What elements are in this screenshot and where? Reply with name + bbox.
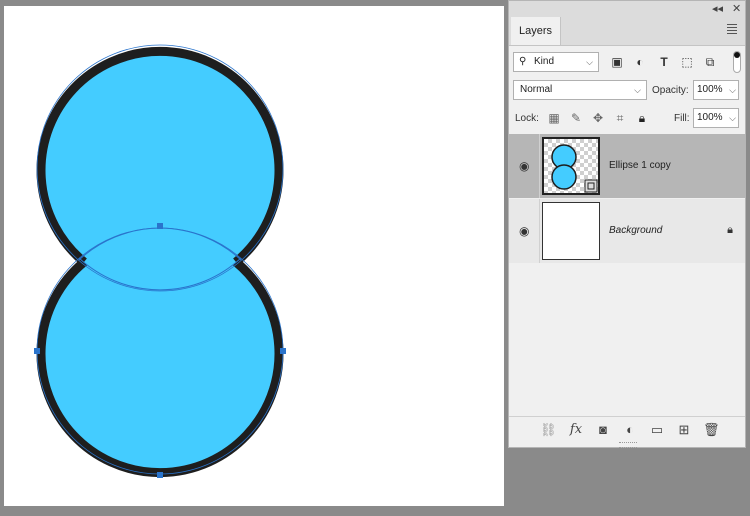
shape-artwork[interactable]: [4, 6, 504, 506]
chevron-down-icon: ⌵: [586, 57, 593, 67]
layer-thumbnail[interactable]: [542, 202, 600, 260]
tab-layers[interactable]: Layers: [511, 17, 562, 45]
filter-toggle-switch[interactable]: [733, 51, 741, 73]
new-layer-icon[interactable]: ⊞: [676, 422, 692, 438]
document-canvas[interactable]: [4, 6, 504, 506]
opacity-field[interactable]: 100% ⌵: [693, 80, 739, 100]
layer-name-ellipse[interactable]: Ellipse 1 copy: [609, 160, 671, 171]
filter-toggle-knob: [734, 52, 740, 58]
panel-tab-row: Layers: [509, 17, 745, 46]
resize-grip[interactable]: [619, 442, 637, 448]
trash-icon[interactable]: 🗑︎: [703, 422, 720, 438]
layer-row-background[interactable]: ◉ Background 🔒︎: [509, 199, 745, 263]
layer-lock-icon: 🔒︎: [727, 224, 733, 236]
lock-all-icon[interactable]: 🔒︎: [635, 111, 649, 125]
panel-footer: ⛓ fx ◙ ◐ ▭ ⊞ 🗑︎: [509, 416, 745, 443]
anchor-point-right[interactable]: [280, 348, 286, 354]
chevron-down-icon: ⌵: [634, 85, 641, 95]
visibility-eye-icon[interactable]: ◉: [519, 224, 529, 238]
ellipse-thumbnail-art: [551, 144, 598, 193]
opacity-value: 100%: [697, 84, 723, 95]
filter-kind-label: Kind: [534, 56, 555, 67]
filter-kind-dropdown[interactable]: ⚲ Kind ⌵: [513, 52, 599, 72]
blend-mode-dropdown[interactable]: Normal ⌵: [513, 80, 647, 100]
lock-label: Lock:: [515, 113, 539, 124]
eye-column-divider: [539, 134, 540, 198]
close-panel-icon[interactable]: ✕: [732, 2, 741, 16]
visibility-eye-icon[interactable]: ◉: [519, 159, 529, 173]
fill-label: Fill:: [674, 113, 690, 124]
new-adjustment-icon[interactable]: ◐: [622, 422, 638, 438]
new-group-folder-icon[interactable]: ▭: [649, 422, 665, 438]
layer-row-ellipse[interactable]: ◉ Ellipse 1 copy: [509, 134, 745, 198]
fill-field[interactable]: 100% ⌵: [693, 108, 739, 128]
lock-brush-icon[interactable]: ✎: [569, 111, 583, 125]
fx-icon[interactable]: fx: [568, 422, 584, 438]
type-layer-filter-icon[interactable]: T: [657, 55, 671, 69]
smart-object-filter-icon[interactable]: ⧉: [703, 55, 717, 69]
search-icon: ⚲: [519, 56, 527, 67]
panel-menu-icon[interactable]: [727, 24, 737, 36]
chevron-down-icon: ⌵: [729, 113, 736, 123]
layers-panel: ◂◂ ✕ Layers ⚲ Kind ⌵ ▣ ◐ T ⬚ ⧉ Normal ⌵ …: [508, 0, 746, 448]
link-layers-icon[interactable]: ⛓: [540, 422, 557, 438]
pixel-layer-filter-icon[interactable]: ▣: [610, 55, 624, 69]
chevron-down-icon: ⌵: [729, 85, 736, 95]
anchor-point-top[interactable]: [157, 223, 163, 229]
eye-column-divider: [539, 199, 540, 263]
add-mask-icon[interactable]: ◙: [595, 422, 611, 438]
adjustment-layer-filter-icon[interactable]: ◐: [633, 55, 647, 69]
collapse-panel-icon[interactable]: ◂◂: [712, 2, 723, 16]
panel-title-bar: ◂◂ ✕: [509, 1, 745, 17]
anchor-point-bottom[interactable]: [157, 472, 163, 478]
layer-name-background[interactable]: Background: [609, 225, 662, 236]
lock-position-icon[interactable]: ✥: [591, 111, 605, 125]
layer-thumbnail[interactable]: [542, 137, 600, 195]
shape-layer-filter-icon[interactable]: ⬚: [680, 55, 694, 69]
blend-mode-value: Normal: [520, 84, 553, 95]
lock-artboard-icon[interactable]: ⌗: [613, 111, 627, 125]
anchor-point-left[interactable]: [34, 348, 40, 354]
opacity-label: Opacity:: [652, 85, 689, 96]
lock-transparency-icon[interactable]: ▦: [547, 111, 561, 125]
fill-value: 100%: [697, 112, 723, 123]
